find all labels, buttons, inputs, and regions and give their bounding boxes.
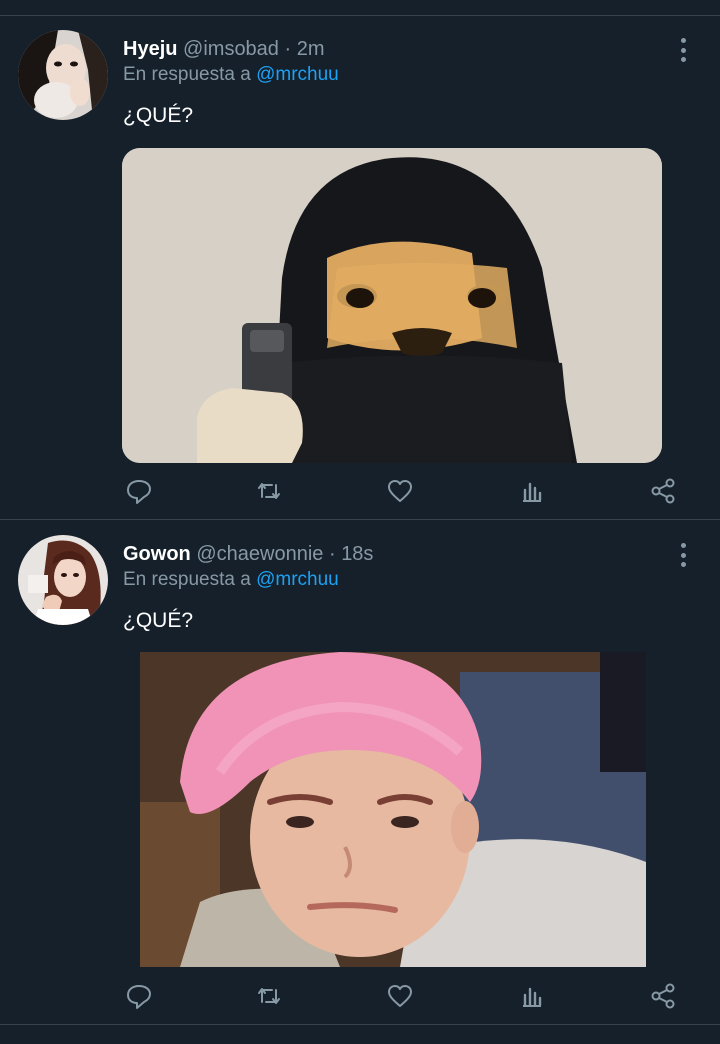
reply-icon[interactable] xyxy=(124,476,154,506)
reply-icon[interactable] xyxy=(124,981,154,1011)
like-icon[interactable] xyxy=(385,981,415,1011)
timestamp[interactable]: 2m xyxy=(297,38,325,60)
separator: · xyxy=(328,543,336,565)
tweet-actions xyxy=(122,981,682,1011)
tweet-header: Gowon @chaewonnie · 18s xyxy=(123,541,373,567)
share-icon[interactable] xyxy=(648,981,678,1011)
analytics-icon[interactable] xyxy=(517,981,547,1011)
like-icon[interactable] xyxy=(385,476,415,506)
tweet-header: Hyeju @imsobad · 2m xyxy=(123,36,325,62)
tweet-text: ¿QUÉ? xyxy=(123,609,194,632)
reply-mention-link[interactable]: @mrchuu xyxy=(256,64,339,85)
retweet-icon[interactable] xyxy=(254,981,284,1011)
display-name[interactable]: Hyeju xyxy=(123,38,177,60)
analytics-icon[interactable] xyxy=(517,476,547,506)
tweet-image[interactable] xyxy=(140,652,646,967)
retweet-icon[interactable] xyxy=(254,476,284,506)
bottom-divider xyxy=(0,1024,720,1025)
tweet-text: ¿QUÉ? xyxy=(123,104,194,127)
share-icon[interactable] xyxy=(648,476,678,506)
reply-context: En respuesta a @mrchuu xyxy=(123,62,339,88)
user-handle[interactable]: @imsobad xyxy=(183,38,279,60)
more-options-icon[interactable] xyxy=(678,38,688,62)
display-name[interactable]: Gowon xyxy=(123,543,191,565)
separator: · xyxy=(284,38,292,60)
timestamp[interactable]: 18s xyxy=(341,543,373,565)
tweet-actions xyxy=(122,476,682,506)
user-handle[interactable]: @chaewonnie xyxy=(196,543,323,565)
reply-context: En respuesta a @mrchuu xyxy=(123,567,339,593)
tweet-image[interactable] xyxy=(122,148,662,463)
reply-prefix: En respuesta a xyxy=(123,569,251,590)
reply-mention-link[interactable]: @mrchuu xyxy=(256,569,339,590)
reply-prefix: En respuesta a xyxy=(123,64,251,85)
user-avatar[interactable] xyxy=(18,535,108,625)
tweet-divider xyxy=(0,519,720,520)
top-divider xyxy=(0,15,720,16)
more-options-icon[interactable] xyxy=(678,543,688,567)
user-avatar[interactable] xyxy=(18,30,108,120)
tweet-2[interactable]: Gowon @chaewonnie · 18s En respuesta a @… xyxy=(0,535,720,1025)
tweet-1[interactable]: Hyeju @imsobad · 2m En respuesta a @mrch… xyxy=(0,30,720,518)
